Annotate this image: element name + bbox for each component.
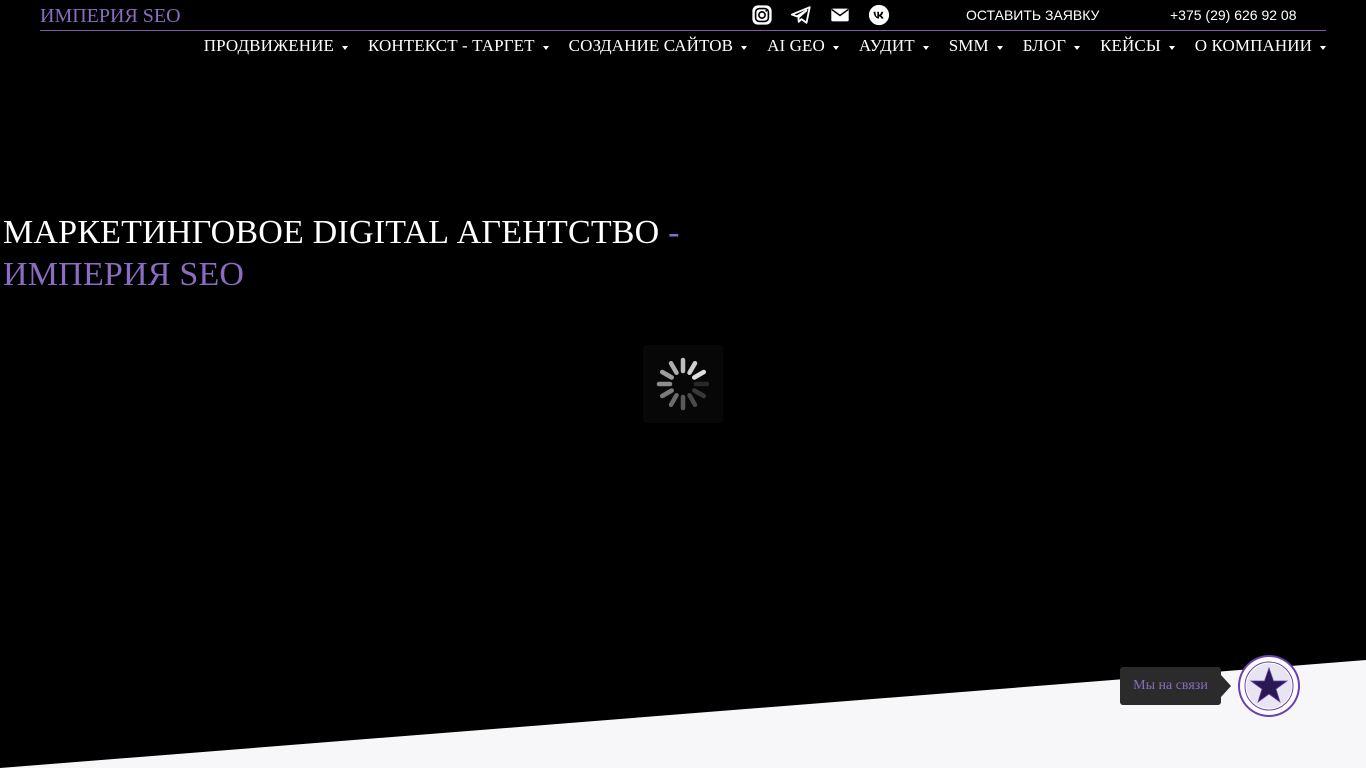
- nav-item-website-creation[interactable]: СОЗДАНИЕ САЙТОВ: [568, 36, 748, 56]
- social-links: [751, 4, 890, 26]
- spinner-icon: [656, 357, 710, 411]
- caret-down-icon: [1320, 45, 1326, 50]
- hero-title-main: МАРКЕТИНГОВОЕ DIGITAL АГЕНТСТВО: [3, 214, 660, 251]
- mail-icon[interactable]: [829, 4, 851, 26]
- caret-down-icon: [542, 45, 549, 50]
- nav-item-label: КОНТЕКСТ - ТАРГЕТ: [368, 36, 535, 55]
- chat-tooltip[interactable]: Мы на связи: [1120, 667, 1231, 705]
- caret-down-icon: [1074, 45, 1081, 50]
- nav-item-label: АУДИТ: [858, 36, 915, 55]
- star-badge-icon: [1238, 655, 1300, 717]
- nav-item-label: ПРОДВИЖЕНИЕ: [203, 36, 335, 55]
- telegram-icon[interactable]: [790, 4, 812, 26]
- brand-logo-text[interactable]: ИМПЕРИЯ SEO: [40, 5, 181, 28]
- loading-spinner: [643, 345, 723, 423]
- nav-item-label: СОЗДАНИЕ САЙТОВ: [568, 36, 734, 55]
- nav-item-blog[interactable]: БЛОГ: [1022, 36, 1081, 56]
- nav-item-label: SMM: [948, 36, 989, 55]
- leave-request-link[interactable]: ОСТАВИТЬ ЗАЯВКУ: [966, 7, 1099, 23]
- instagram-icon[interactable]: [751, 4, 773, 26]
- nav-item-promotion[interactable]: ПРОДВИЖЕНИЕ: [203, 36, 349, 56]
- caret-down-icon: [342, 45, 349, 50]
- chat-widget-button[interactable]: [1237, 654, 1301, 718]
- vk-icon[interactable]: [868, 4, 890, 26]
- hero-title: МАРКЕТИНГОВОЕ DIGITAL АГЕНТСТВО - ИМПЕРИ…: [3, 212, 763, 296]
- nav-item-label: AI GEO: [767, 36, 825, 55]
- nav-item-ai-geo[interactable]: AI GEO: [767, 36, 839, 56]
- caret-down-icon: [922, 45, 929, 50]
- nav-item-smm[interactable]: SMM: [949, 36, 1003, 56]
- nav-item-label: КЕЙСЫ: [1100, 36, 1161, 55]
- phone-link[interactable]: +375 (29) 626 92 08: [1170, 7, 1297, 23]
- nav-item-context-target[interactable]: КОНТЕКСТ - ТАРГЕТ: [368, 36, 549, 56]
- nav-item-audit[interactable]: АУДИТ: [859, 36, 929, 56]
- top-bar: ИМПЕРИЯ SEO ОСТАВИТЬ ЗАЯВКУ +375 (29) 62…: [40, 0, 1326, 31]
- caret-down-icon: [996, 45, 1003, 50]
- nav-item-label: О КОМПАНИИ: [1194, 36, 1312, 55]
- caret-down-icon: [741, 45, 748, 50]
- main-nav: ПРОДВИЖЕНИЕ КОНТЕКСТ - ТАРГЕТ СОЗДАНИЕ С…: [204, 36, 1326, 56]
- nav-item-label: БЛОГ: [1022, 36, 1067, 55]
- nav-item-cases[interactable]: КЕЙСЫ: [1100, 36, 1175, 56]
- caret-down-icon: [832, 45, 839, 50]
- nav-item-about[interactable]: О КОМПАНИИ: [1195, 36, 1326, 56]
- caret-down-icon: [1168, 45, 1175, 50]
